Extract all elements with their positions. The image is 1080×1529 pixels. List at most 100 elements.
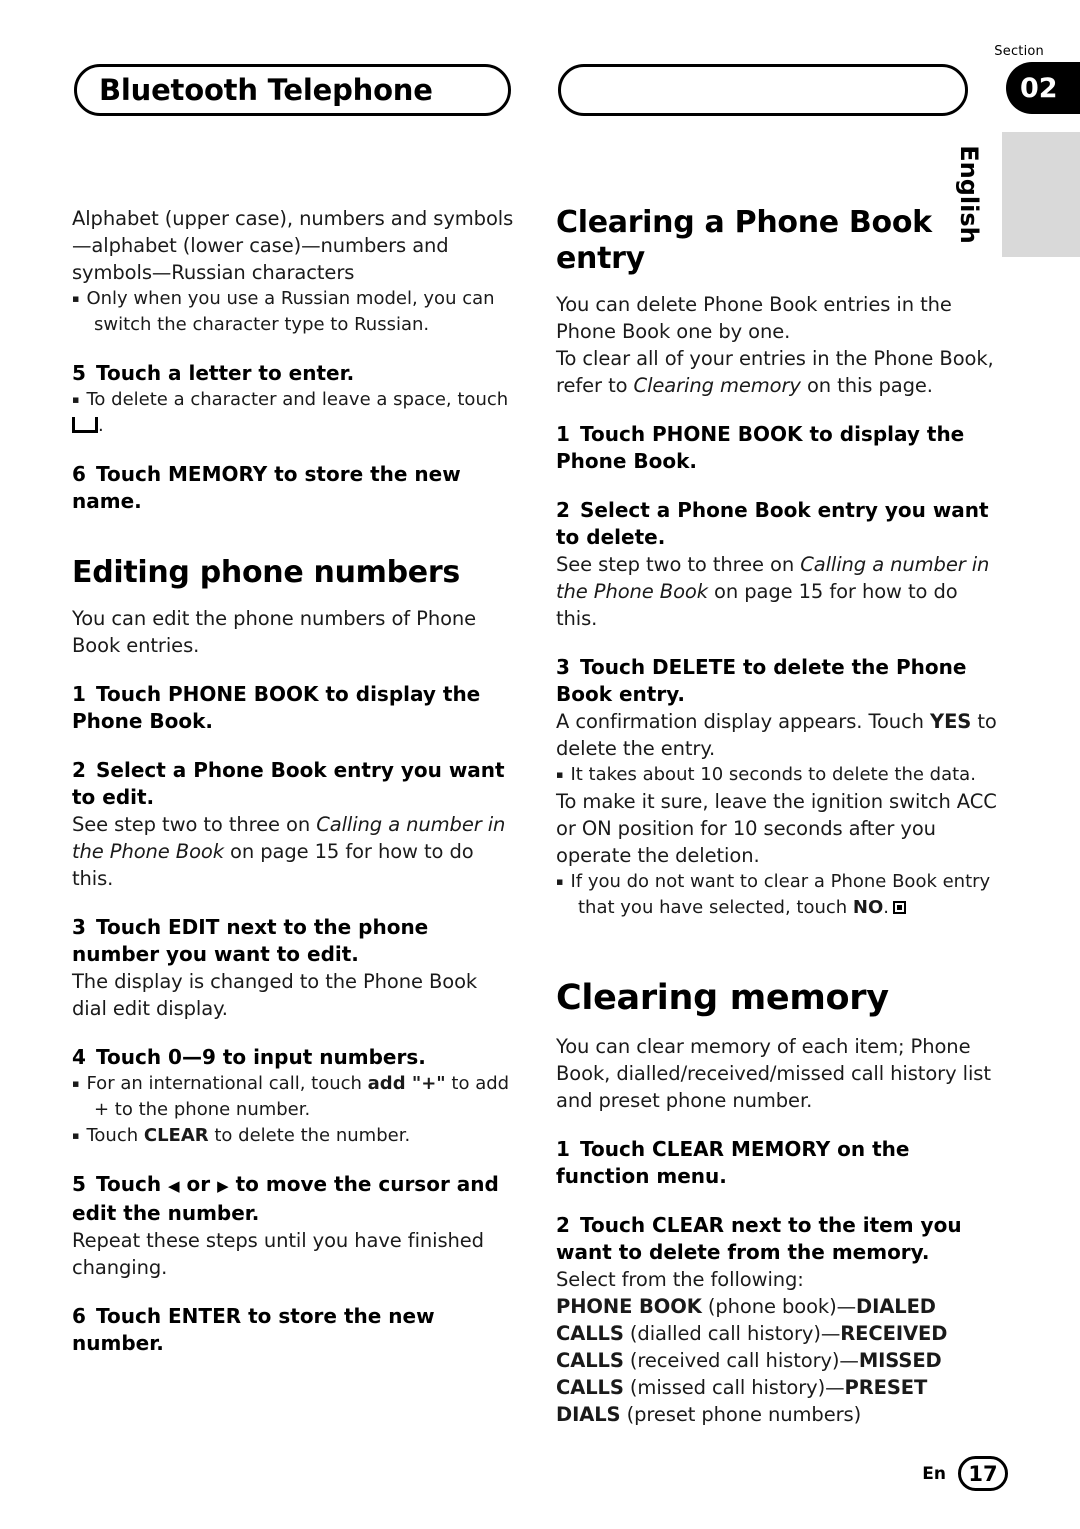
clearing-intro-2-italic: Clearing memory	[633, 374, 801, 397]
square-bullet-icon: ▪	[72, 393, 80, 406]
clear-step-3-number: 3	[556, 655, 570, 679]
clear-bullet-2-no: NO	[852, 897, 884, 918]
clear-step-2-text: Select a Phone Book entry you want to de…	[556, 498, 989, 549]
edit-step-3-heading: 3 Touch EDIT next to the phone number you…	[72, 914, 514, 968]
memory-step-1-text: Touch CLEAR MEMORY on the function menu.	[556, 1137, 910, 1188]
page-footer: En 17	[922, 1456, 1008, 1491]
square-bullet-icon: ▪	[72, 1129, 80, 1142]
edit-step-4-bullet-1: ▪ For an international call, touch add "+…	[72, 1071, 514, 1123]
memory-item-received-calls-desc: (received call history)—	[623, 1349, 859, 1372]
language-tab: English	[955, 132, 1080, 257]
step-5-bullet: ▪ To delete a character and leave a space…	[72, 387, 514, 413]
heading-clearing-phone-book-entry: Clearing a Phone Book entry	[556, 205, 932, 276]
clearing-intro-2: To clear all of your entries in the Phon…	[556, 345, 998, 399]
memory-step-2-note: Select from the following:	[556, 1268, 804, 1291]
clear-bullet-1-text: It takes about 10 seconds to delete the …	[570, 764, 976, 785]
clear-bullet-1-followup: To make it sure, leave the ignition swit…	[556, 790, 997, 867]
clear-step-1-heading: 1 Touch PHONE BOOK to display the Phone B…	[556, 421, 998, 475]
footer-language: En	[922, 1463, 946, 1484]
memory-step-1-number: 1	[556, 1137, 570, 1161]
memory-item-list: PHONE BOOK (phone book)—DIALED CALLS (di…	[556, 1293, 998, 1428]
clear-step-1-text: Touch PHONE BOOK to display the Phone Bo…	[556, 422, 965, 473]
clearing-intro-1: You can delete Phone Book entries in the…	[556, 293, 952, 343]
step-5-bullet-text: To delete a character and leave a space,…	[86, 389, 509, 410]
clear-step-2-heading: 2 Select a Phone Book entry you want to d…	[556, 497, 998, 551]
page-title: Bluetooth Telephone	[99, 73, 433, 107]
step-5-text: Touch a letter to enter.	[96, 361, 355, 385]
clear-step-2-number: 2	[556, 498, 570, 522]
section-label: Section	[994, 44, 1044, 59]
edit-step-4-bullet-2b: CLEAR	[143, 1125, 209, 1146]
edit-step-5-text-b: or	[179, 1172, 218, 1196]
edit-step-6-number: 6	[72, 1304, 86, 1328]
heading-clearing-memory: Clearing memory	[556, 978, 889, 1018]
cursor-right-arrow-icon: ▶	[217, 1177, 229, 1195]
delete-key-icon	[72, 417, 98, 433]
section-number-badge: 02	[1006, 62, 1080, 114]
step-5-heading: 5 Touch a letter to enter.	[72, 360, 514, 387]
memory-item-dialed-calls-desc: (dialled call history)—	[623, 1322, 841, 1345]
edit-step-3-number: 3	[72, 915, 86, 939]
clear-step-3-text: Touch DELETE to delete the Phone Book en…	[556, 655, 967, 706]
edit-step-1-heading: 1 Touch PHONE BOOK to display the Phone B…	[72, 681, 514, 735]
edit-step-2-number: 2	[72, 758, 86, 782]
edit-step-5-text-a: Touch	[96, 1172, 169, 1196]
square-bullet-icon: ▪	[72, 1077, 80, 1090]
clear-step-1-number: 1	[556, 422, 570, 446]
end-of-section-square-icon	[893, 901, 906, 914]
left-column: Alphabet (upper case), numbers and symbo…	[72, 205, 514, 1357]
edit-step-1-number: 1	[72, 682, 86, 706]
memory-step-2-text: Touch CLEAR next to the item you want to…	[556, 1213, 962, 1264]
clearing-intro-2b: on this page.	[800, 374, 933, 397]
right-column: Clearing a Phone Book entry You can dele…	[556, 205, 998, 1428]
edit-step-4-text: Touch 0—9 to input numbers.	[96, 1045, 426, 1069]
page-title-pill: Bluetooth Telephone	[74, 64, 511, 116]
edit-step-1-text: Touch PHONE BOOK to display the Phone Bo…	[72, 682, 481, 733]
clear-step-3-note-yes: YES	[930, 710, 972, 733]
square-bullet-icon: ▪	[556, 768, 564, 781]
edit-step-6-text: Touch ENTER to store the new number.	[72, 1304, 435, 1355]
edit-step-2-heading: 2 Select a Phone Book entry you want to e…	[72, 757, 514, 811]
page-number: 17	[958, 1456, 1008, 1491]
step-6-heading: 6 Touch MEMORY to store the new name.	[72, 461, 514, 515]
clear-step-3-heading: 3 Touch DELETE to delete the Phone Book e…	[556, 654, 998, 708]
edit-step-4-bullet-1a: For an international call, touch	[86, 1073, 368, 1094]
edit-step-5-note: Repeat these steps until you have finish…	[72, 1229, 484, 1279]
edit-step-4-bullet-2c: to delete the number.	[208, 1125, 411, 1146]
step-5-number: 5	[72, 361, 86, 385]
memory-step-1-heading: 1 Touch CLEAR MEMORY on the function menu…	[556, 1136, 998, 1190]
editing-intro: You can edit the phone numbers of Phone …	[72, 607, 477, 657]
clear-step-3-note: A confirmation display appears. Touch YE…	[556, 708, 998, 762]
edit-step-4-heading: 4 Touch 0—9 to input numbers.	[72, 1044, 514, 1071]
delete-key-glyph-line: .	[72, 413, 514, 439]
memory-item-phone-book: PHONE BOOK	[556, 1295, 702, 1318]
memory-item-preset-dials-desc: (preset phone numbers)	[620, 1403, 862, 1426]
edit-step-6-heading: 6 Touch ENTER to store the new number.	[72, 1303, 514, 1357]
clear-bullet-2a: If you do not want to clear a Phone Book…	[570, 871, 991, 918]
memory-item-missed-calls-desc: (missed call history)—	[623, 1376, 845, 1399]
memory-item-phone-book-desc: (phone book)—	[701, 1295, 857, 1318]
heading-editing-phone-numbers: Editing phone numbers	[72, 555, 460, 590]
clear-bullet-2c: .	[883, 897, 889, 918]
intro-paragraph: Alphabet (upper case), numbers and symbo…	[72, 207, 514, 284]
edit-step-2-note: See step two to three on Calling a numbe…	[72, 811, 514, 892]
memory-step-2-number: 2	[556, 1213, 570, 1237]
clear-step-2-note-a: See step two to three on	[556, 553, 801, 576]
edit-step-3-text: Touch EDIT next to the phone number you …	[72, 915, 429, 966]
step-6-text: Touch MEMORY to store the new name.	[72, 462, 461, 513]
edit-step-4-bullet-1b: add "+"	[367, 1073, 446, 1094]
edit-step-4-bullet-2: ▪ Touch CLEAR to delete the number.	[72, 1123, 514, 1149]
intro-bullet: ▪ Only when you use a Russian model, you …	[72, 286, 514, 338]
edit-step-2-text: Select a Phone Book entry you want to ed…	[72, 758, 505, 809]
square-bullet-icon: ▪	[556, 875, 564, 888]
edit-step-2-note-a: See step two to three on	[72, 813, 317, 836]
clear-bullet-2: ▪ If you do not want to clear a Phone Boo…	[556, 869, 998, 921]
clear-step-3-note-a: A confirmation display appears. Touch	[556, 710, 931, 733]
step-6-number: 6	[72, 462, 86, 486]
memory-step-2-heading: 2 Touch CLEAR next to the item you want t…	[556, 1212, 998, 1266]
clear-step-2-note: See step two to three on Calling a numbe…	[556, 551, 998, 632]
square-bullet-icon: ▪	[72, 292, 80, 305]
